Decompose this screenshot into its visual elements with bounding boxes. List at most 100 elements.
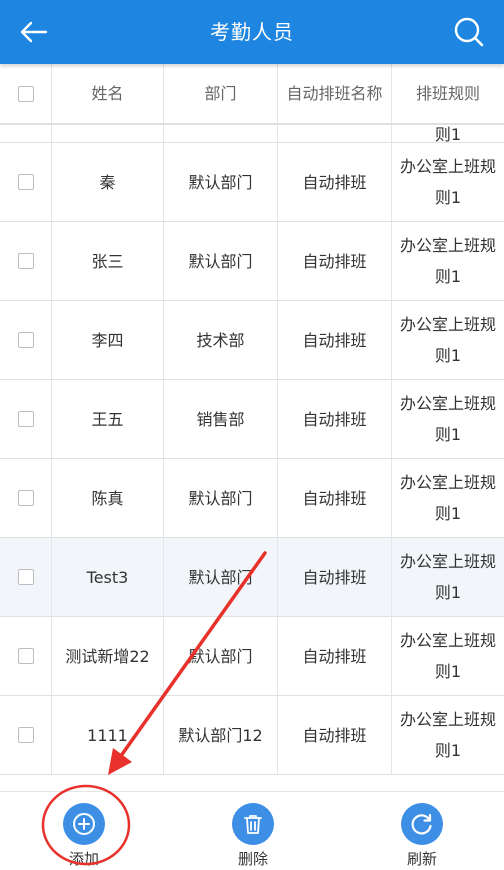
- page-title: 考勤人员: [210, 20, 294, 44]
- rule-cell: 办公室上班规 则1: [392, 538, 504, 616]
- rule-text-line1: 办公室上班规: [399, 394, 496, 413]
- rule-cell: 办公室上班规 则1: [392, 301, 504, 379]
- row-checkbox[interactable]: [17, 569, 34, 585]
- schedule-cell: 自动排班: [278, 459, 392, 537]
- rule-cell: 办公室上班规 则1: [392, 459, 504, 537]
- schedule-cell: 自动排班: [278, 538, 392, 616]
- dept-cell: 默认部门: [164, 617, 278, 695]
- row-checkbox[interactable]: [17, 648, 34, 664]
- row-checkbox[interactable]: [17, 490, 34, 506]
- schedule-text: 自动排班: [302, 330, 367, 350]
- rule-text: 办公室上班规 则1: [400, 704, 496, 766]
- rule-cell: 办公室上班规 则1: [392, 617, 504, 695]
- schedule-cell: 自动排班: [278, 617, 392, 695]
- rule-text-line1: 办公室上班规: [399, 631, 496, 650]
- name-text: 陈真: [91, 488, 124, 508]
- delete-button[interactable]: 删除: [208, 792, 298, 870]
- rule-text-line1: 办公室上班规: [399, 552, 496, 571]
- dept-text: 默认部门: [188, 646, 253, 666]
- table-row[interactable]: 秦 默认部门 自动排班 办公室上班规 则1: [0, 143, 504, 222]
- rule-text-line2: 则1: [434, 741, 462, 760]
- rule-cell: 办公室上班规 则1: [392, 696, 504, 774]
- refresh-button[interactable]: 刷新: [377, 792, 467, 870]
- rule-text: 办公室上班规 则1: [400, 309, 496, 371]
- rule-text-line2: 则1: [434, 583, 462, 602]
- name-cell: 秦: [52, 143, 164, 221]
- name-text: 李四: [91, 330, 124, 350]
- row-checkbox[interactable]: [17, 332, 34, 348]
- column-header-schedule[interactable]: 自动排班名称: [278, 64, 392, 123]
- schedule-text: 自动排班: [302, 646, 367, 666]
- dept-text: 默认部门12: [178, 725, 263, 745]
- name-cell: 1111: [52, 696, 164, 774]
- row-checkbox[interactable]: [17, 253, 34, 269]
- table-row[interactable]: 测试新增22 默认部门 自动排班 办公室上班规 则1: [0, 617, 504, 696]
- dept-text: 销售部: [196, 409, 245, 429]
- rule-text-line2: 则1: [434, 188, 462, 207]
- schedule-cell: 自动排班: [278, 143, 392, 221]
- refresh-icon: [411, 813, 432, 835]
- name-cell: 李四: [52, 301, 164, 379]
- rule-text-line2: 则1: [434, 346, 462, 365]
- trash-icon: [244, 815, 262, 834]
- table-header: 姓名 部门 自动排班名称 排班规则: [0, 64, 504, 124]
- delete-label: 删除: [237, 850, 268, 868]
- rule-text-line2: 则1: [434, 267, 462, 286]
- dept-cell: 默认部门: [164, 538, 278, 616]
- rule-text-line1: 办公室上班规: [399, 157, 496, 176]
- rule-text: 办公室上班规 则1: [400, 467, 496, 529]
- schedule-text: 自动排班: [302, 567, 367, 587]
- schedule-cell: 自动排班: [278, 301, 392, 379]
- row-checkbox[interactable]: [17, 174, 34, 190]
- dept-text: 默认部门: [188, 567, 253, 587]
- rule-text-line2: 则1: [434, 425, 462, 444]
- rule-text-line2: 则1: [434, 662, 462, 681]
- table-row-partial[interactable]: 则1: [0, 124, 504, 143]
- name-text: 张三: [91, 251, 124, 271]
- column-header-rule[interactable]: 排班规则: [392, 64, 504, 123]
- app-header: 考勤人员: [0, 0, 504, 64]
- schedule-cell: 自动排班: [278, 380, 392, 458]
- rule-text-line1: 办公室上班规: [399, 710, 496, 729]
- dept-cell: 默认部门12: [164, 696, 278, 774]
- name-cell: 陈真: [52, 459, 164, 537]
- add-button[interactable]: 添加: [39, 792, 129, 870]
- name-text: 1111: [87, 725, 128, 745]
- rule-text: 办公室上班规 则1: [400, 388, 496, 450]
- rule-text: 办公室上班规 则1: [400, 230, 496, 292]
- table-row[interactable]: 王五 销售部 自动排班 办公室上班规 则1: [0, 380, 504, 459]
- name-text: 王五: [91, 409, 124, 429]
- name-text: 秦: [99, 172, 116, 192]
- table-row[interactable]: 陈真 默认部门 自动排班 办公室上班规 则1: [0, 459, 504, 538]
- rule-text: 办公室上班规 则1: [400, 151, 496, 213]
- add-circle-icon: [73, 813, 95, 835]
- table-row[interactable]: Test3 默认部门 自动排班 办公室上班规 则1: [0, 538, 504, 617]
- search-button[interactable]: [452, 15, 486, 49]
- dept-cell: 默认部门: [164, 222, 278, 300]
- rule-text-line1: 办公室上班规: [399, 473, 496, 492]
- table-row[interactable]: 张三 默认部门 自动排班 办公室上班规 则1: [0, 222, 504, 301]
- select-all-checkbox[interactable]: [17, 85, 34, 102]
- add-label: 添加: [68, 850, 99, 868]
- column-header-name[interactable]: 姓名: [52, 64, 164, 123]
- row-checkbox[interactable]: [17, 727, 34, 743]
- schedule-text: 自动排班: [302, 409, 367, 429]
- name-cell: 王五: [52, 380, 164, 458]
- table-row[interactable]: 1111 默认部门12 自动排班 办公室上班规 则1: [0, 696, 504, 775]
- name-cell: 测试新增22: [52, 617, 164, 695]
- rule-cell: 办公室上班规 则1: [392, 222, 504, 300]
- dept-text: 默认部门: [188, 251, 253, 271]
- schedule-text: 自动排班: [302, 172, 367, 192]
- rule-text: 办公室上班规 则1: [400, 546, 496, 608]
- rule-cell: 办公室上班规 则1: [392, 380, 504, 458]
- row-checkbox[interactable]: [17, 411, 34, 427]
- dept-text: 技术部: [196, 330, 245, 350]
- rule-text: 办公室上班规 则1: [400, 625, 496, 687]
- dept-cell: 销售部: [164, 380, 278, 458]
- name-text: Test3: [86, 567, 129, 587]
- schedule-text: 自动排班: [302, 725, 367, 745]
- table-row[interactable]: 李四 技术部 自动排班 办公室上班规 则1: [0, 301, 504, 380]
- column-header-dept[interactable]: 部门: [164, 64, 278, 123]
- rule-cell: 办公室上班规 则1: [392, 143, 504, 221]
- dept-text: 默认部门: [188, 172, 253, 192]
